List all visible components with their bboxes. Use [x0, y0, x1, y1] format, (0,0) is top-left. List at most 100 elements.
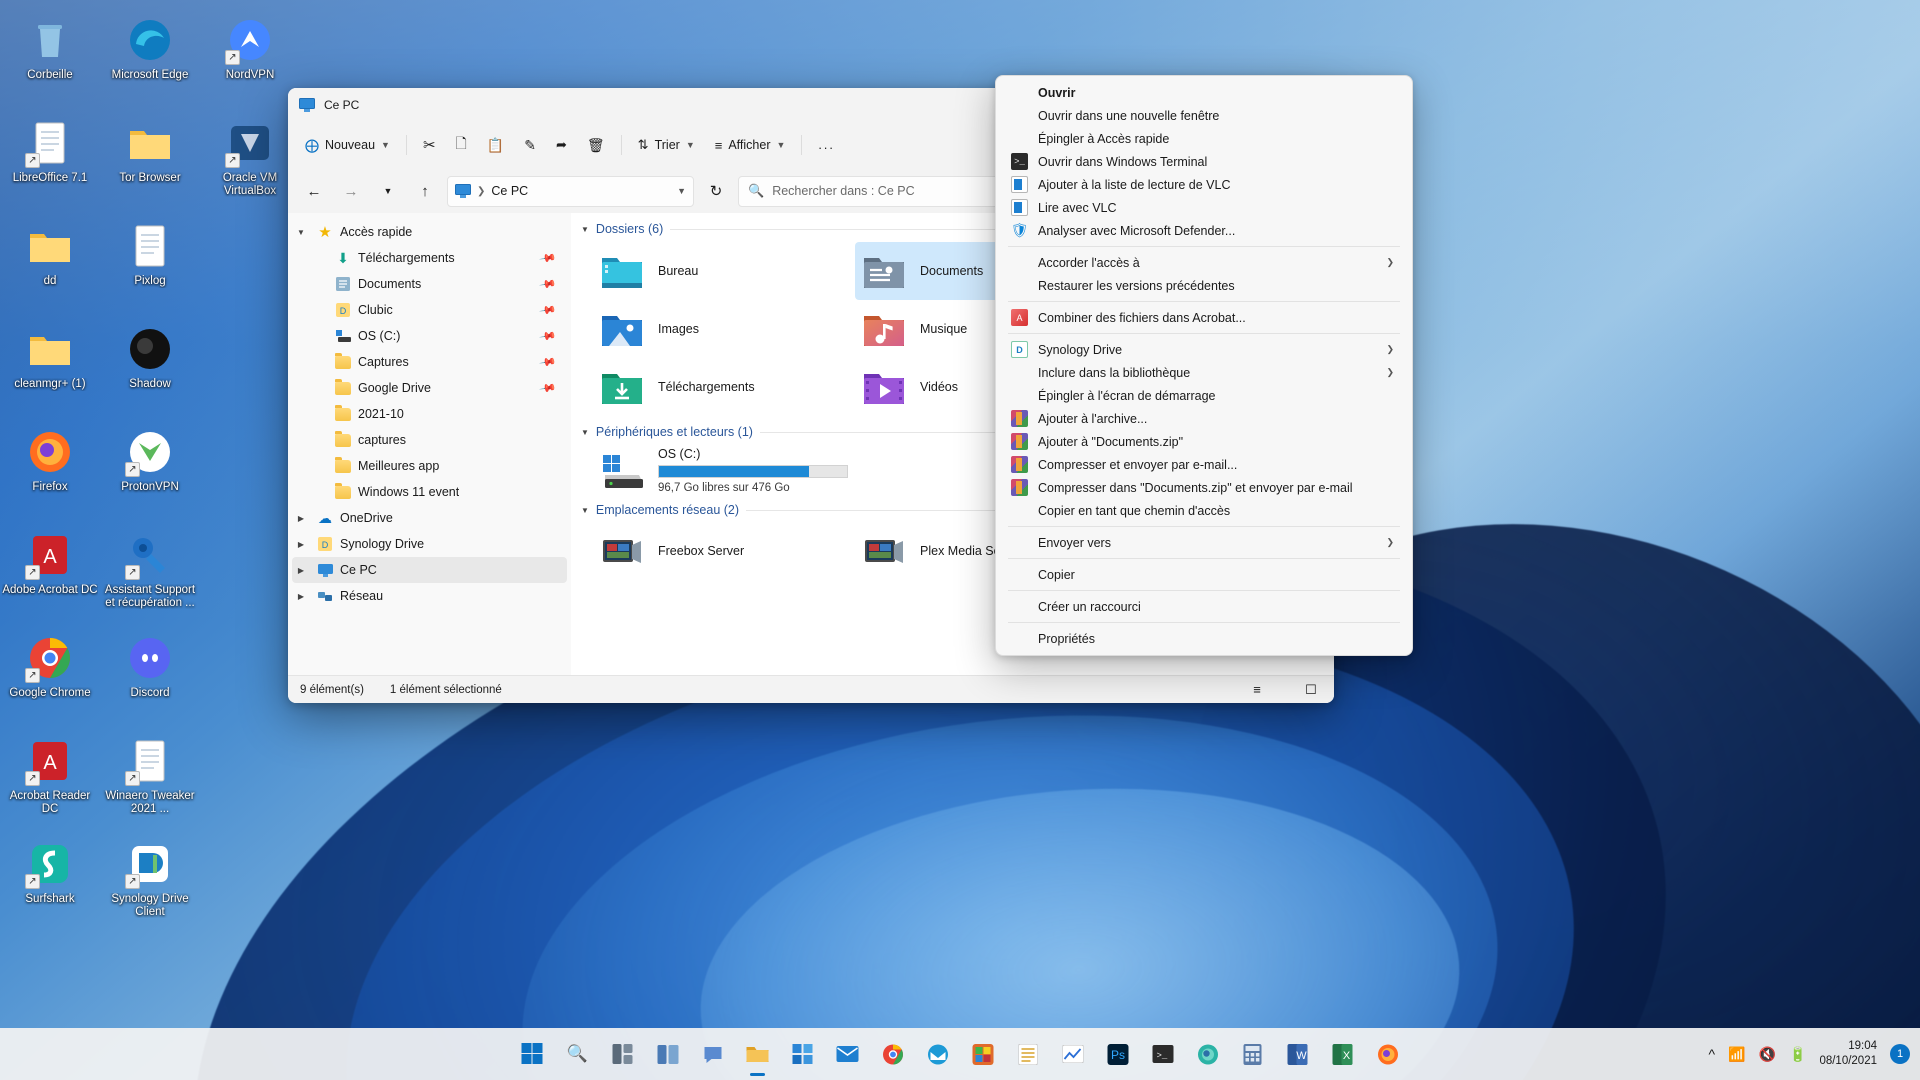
sidebar-item-r-seau[interactable]: ▶Réseau [292, 583, 567, 609]
pin-icon[interactable]: 📌 [539, 353, 558, 372]
menu-item-compresser-et-envoyer-par-e-mail[interactable]: Compresser et envoyer par e-mail... [1001, 453, 1407, 476]
menu-item-accorder-l-acc-s[interactable]: Accorder l'accès à❯ [1001, 251, 1407, 274]
sidebar-item-onedrive[interactable]: ▶☁OneDrive [292, 505, 567, 531]
calculator-button[interactable] [1235, 1036, 1271, 1072]
chevron-right-icon[interactable]: ▶ [292, 592, 310, 601]
sidebar-item-captures[interactable]: captures [292, 427, 567, 453]
volume-muted-icon[interactable]: 🔇 [1759, 1046, 1776, 1063]
pin-icon[interactable]: 📌 [539, 275, 558, 294]
desktop-icon-protonvpn-icon[interactable]: ↗ProtonVPN [100, 420, 200, 523]
task-view-button[interactable] [650, 1036, 686, 1072]
taskbar[interactable]: 🔍Ps>_WX ^ 📶 🔇 🔋 19:04 08/10/2021 1 [0, 1028, 1920, 1080]
menu-item-pingler-acc-s-rapide[interactable]: Épingler à Accès rapide [1001, 127, 1407, 150]
desktop-icon-firefox-icon[interactable]: Firefox [0, 420, 100, 523]
desktop-icon-edge-icon[interactable]: Microsoft Edge [100, 8, 200, 111]
menu-item-ouvrir[interactable]: Ouvrir [1001, 81, 1407, 104]
menu-item-lire-avec-vlc[interactable]: Lire avec VLC [1001, 196, 1407, 219]
chevron-right-icon[interactable]: ▶ [292, 540, 310, 549]
view-button[interactable]: ≡ Afficher ▼ [706, 129, 795, 161]
sidebar-item-ce-pc[interactable]: ▶Ce PC [292, 557, 567, 583]
chevron-right-icon[interactable]: ▶ [292, 566, 310, 575]
sidebar-item-t-l-chargements[interactable]: ⬇Téléchargements📌 [292, 245, 567, 271]
sidebar-item-documents[interactable]: Documents📌 [292, 271, 567, 297]
folder-tile-bureau[interactable]: Bureau [593, 242, 855, 300]
photoshop-button[interactable]: Ps [1100, 1036, 1136, 1072]
battery-charging-icon[interactable]: 🔋 [1789, 1046, 1806, 1063]
desktop-icon-folder-icon[interactable]: cleanmgr+ (1) [0, 317, 100, 420]
sidebar-item-google-drive[interactable]: Google Drive📌 [292, 375, 567, 401]
desktop-icon-acrobat-reader-icon[interactable]: A↗Acrobat Reader DC [0, 729, 100, 832]
desktop-icon-synology-drive-icon[interactable]: ↗Synology Drive Client [100, 832, 200, 935]
notification-badge[interactable]: 1 [1890, 1044, 1910, 1064]
file-explorer-button[interactable] [740, 1036, 776, 1072]
copy-button[interactable]: 🗋 [447, 129, 476, 161]
pin-icon[interactable]: 📌 [539, 301, 558, 320]
menu-item-combiner-des-fichiers-dans-acrobat[interactable]: ACombiner des fichiers dans Acrobat... [1001, 306, 1407, 329]
navigation-pane[interactable]: ▼★Accès rapide⬇Téléchargements📌Documents… [288, 213, 571, 675]
refresh-button[interactable]: ↻ [701, 176, 731, 206]
sidebar-item-captures[interactable]: Captures📌 [292, 349, 567, 375]
firefox-button[interactable] [1370, 1036, 1406, 1072]
widgets-button[interactable] [605, 1036, 641, 1072]
delete-button[interactable]: 🗑 [578, 129, 614, 161]
sidebar-item-os-c[interactable]: OS (C:)📌 [292, 323, 567, 349]
desktop-icon-surfshark-icon[interactable]: ↗Surfshark [0, 832, 100, 935]
menu-item-ajouter-l-archive[interactable]: Ajouter à l'archive... [1001, 407, 1407, 430]
store-button[interactable] [785, 1036, 821, 1072]
pin-icon[interactable]: 📌 [539, 379, 558, 398]
pin-icon[interactable]: 📌 [539, 249, 558, 268]
context-menu[interactable]: OuvrirOuvrir dans une nouvelle fenêtreÉp… [995, 75, 1413, 656]
address-path-box[interactable]: ❯ Ce PC ▼ [447, 176, 694, 207]
desktop-icon-chrome-icon[interactable]: ↗Google Chrome [0, 626, 100, 729]
back-button[interactable]: ← [299, 176, 329, 206]
sidebar-item-clubic[interactable]: DClubic📌 [292, 297, 567, 323]
desktop-icon-winaero-icon[interactable]: ↗Winaero Tweaker 2021 ... [100, 729, 200, 832]
start-button[interactable] [515, 1036, 551, 1072]
word-button[interactable]: W [1280, 1036, 1316, 1072]
search-button[interactable]: 🔍 [560, 1036, 596, 1072]
desktop-icon-acrobat-icon[interactable]: A↗Adobe Acrobat DC [0, 523, 100, 626]
menu-item-propri-t-s[interactable]: Propriétés [1001, 627, 1407, 650]
menu-item-ajouter-documents-zip[interactable]: Ajouter à "Documents.zip" [1001, 430, 1407, 453]
sidebar-item-synology-drive[interactable]: ▶DSynology Drive [292, 531, 567, 557]
desktop-icon-virtualbox-icon[interactable]: ↗Oracle VM VirtualBox [200, 111, 300, 214]
sidebar-item-windows-11-event[interactable]: Windows 11 event [292, 479, 567, 505]
chevron-right-icon[interactable]: ▶ [292, 514, 310, 523]
up-button[interactable]: ↑ [410, 176, 440, 206]
menu-item-envoyer-vers[interactable]: Envoyer vers❯ [1001, 531, 1407, 554]
desktop-icon-nordvpn-icon[interactable]: ↗NordVPN [200, 8, 300, 111]
notes-button[interactable] [1010, 1036, 1046, 1072]
details-view-icon[interactable]: ≡ [1246, 680, 1268, 700]
forward-button[interactable]: → [336, 176, 366, 206]
menu-item-ajouter-la-liste-de-lecture-de-vlc[interactable]: Ajouter à la liste de lecture de VLC [1001, 173, 1407, 196]
paint-button[interactable] [965, 1036, 1001, 1072]
menu-item-copier-en-tant-que-chemin-d-acc-s[interactable]: Copier en tant que chemin d'accès [1001, 499, 1407, 522]
sidebar-item-acc-s-rapide[interactable]: ▼★Accès rapide [292, 219, 567, 245]
folder-tile-t-l-chargements[interactable]: Téléchargements [593, 358, 855, 416]
sidebar-item-meilleures-app[interactable]: Meilleures app [292, 453, 567, 479]
firefox-dev-button[interactable] [1190, 1036, 1226, 1072]
rename-button[interactable]: ✎ [515, 129, 545, 161]
taskbar-app-buttons[interactable]: 🔍Ps>_WX [515, 1036, 1406, 1072]
pin-icon[interactable]: 📌 [539, 327, 558, 346]
desktop-icon-folder-icon[interactable]: Tor Browser [100, 111, 200, 214]
menu-item-copier[interactable]: Copier [1001, 563, 1407, 586]
menu-item-analyser-avec-microsoft-defender[interactable]: 🛡Analyser avec Microsoft Defender... [1001, 219, 1407, 242]
wifi-icon[interactable]: 📶 [1728, 1046, 1745, 1063]
large-icons-view-icon[interactable]: ☐ [1300, 680, 1322, 700]
desktop-icon-shadow-icon[interactable]: Shadow [100, 317, 200, 420]
menu-item-ouvrir-dans-une-nouvelle-fen-tre[interactable]: Ouvrir dans une nouvelle fenêtre [1001, 104, 1407, 127]
menu-item-compresser-dans-documents-zip-et-envoyer-par[interactable]: Compresser dans "Documents.zip" et envoy… [1001, 476, 1407, 499]
chrome-button[interactable] [875, 1036, 911, 1072]
sidebar-item-2021-10[interactable]: 2021-10 [292, 401, 567, 427]
desktop-icon-libreoffice-icon[interactable]: ↗LibreOffice 7.1 [0, 111, 100, 214]
share-button[interactable]: ➦ [547, 129, 576, 161]
excel-button[interactable]: X [1325, 1036, 1361, 1072]
menu-item-synology-drive[interactable]: DSynology Drive❯ [1001, 338, 1407, 361]
desktop-icon-recycle-bin-icon[interactable]: Corbeille [0, 8, 100, 111]
stats-button[interactable] [1055, 1036, 1091, 1072]
desktop-icon-document-icon[interactable]: Pixlog [100, 214, 200, 317]
paste-button[interactable]: 📋 [478, 129, 513, 161]
menu-item-ouvrir-dans-windows-terminal[interactable]: >_Ouvrir dans Windows Terminal [1001, 150, 1407, 173]
desktop-icon-discord-icon[interactable]: Discord [100, 626, 200, 729]
